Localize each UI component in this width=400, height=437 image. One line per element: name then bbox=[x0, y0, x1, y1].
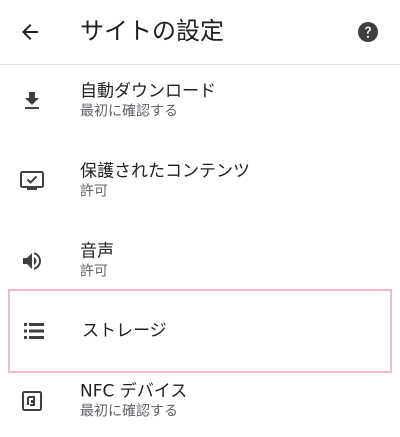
app-bar: サイトの設定 bbox=[0, 0, 400, 64]
nfc-icon bbox=[22, 391, 42, 411]
item-label: ストレージ bbox=[82, 321, 167, 341]
item-sublabel: 最初に確認する bbox=[80, 103, 178, 120]
arrow-back-icon bbox=[22, 24, 38, 40]
list-item-nfc[interactable]: NFC デバイス 最初に確認する bbox=[0, 365, 400, 437]
item-sublabel: 最初に確認する bbox=[80, 403, 178, 420]
volume-icon bbox=[23, 252, 41, 270]
item-sublabel: 許可 bbox=[80, 263, 108, 280]
item-label: 保護されたコンテンツ bbox=[80, 161, 250, 182]
back-button[interactable] bbox=[10, 12, 50, 52]
list-item-sound[interactable]: 音声 許可 bbox=[0, 225, 400, 297]
item-sublabel: 許可 bbox=[80, 183, 108, 200]
help-circle-icon bbox=[358, 22, 378, 42]
protected-content-icon bbox=[20, 171, 44, 190]
page-title: サイトの設定 bbox=[80, 17, 224, 45]
item-label: NFC デバイス bbox=[80, 381, 188, 402]
list-item-storage[interactable]: ストレージ bbox=[8, 289, 392, 373]
storage-icon bbox=[24, 323, 44, 339]
item-label: 自動ダウンロード bbox=[80, 81, 216, 102]
item-label: 音声 bbox=[80, 241, 114, 262]
download-icon bbox=[25, 92, 39, 109]
list-item-auto-download[interactable]: 自動ダウンロード 最初に確認する bbox=[0, 65, 400, 137]
list-item-protected-content[interactable]: 保護されたコンテンツ 許可 bbox=[0, 145, 400, 217]
help-button[interactable] bbox=[348, 12, 388, 52]
